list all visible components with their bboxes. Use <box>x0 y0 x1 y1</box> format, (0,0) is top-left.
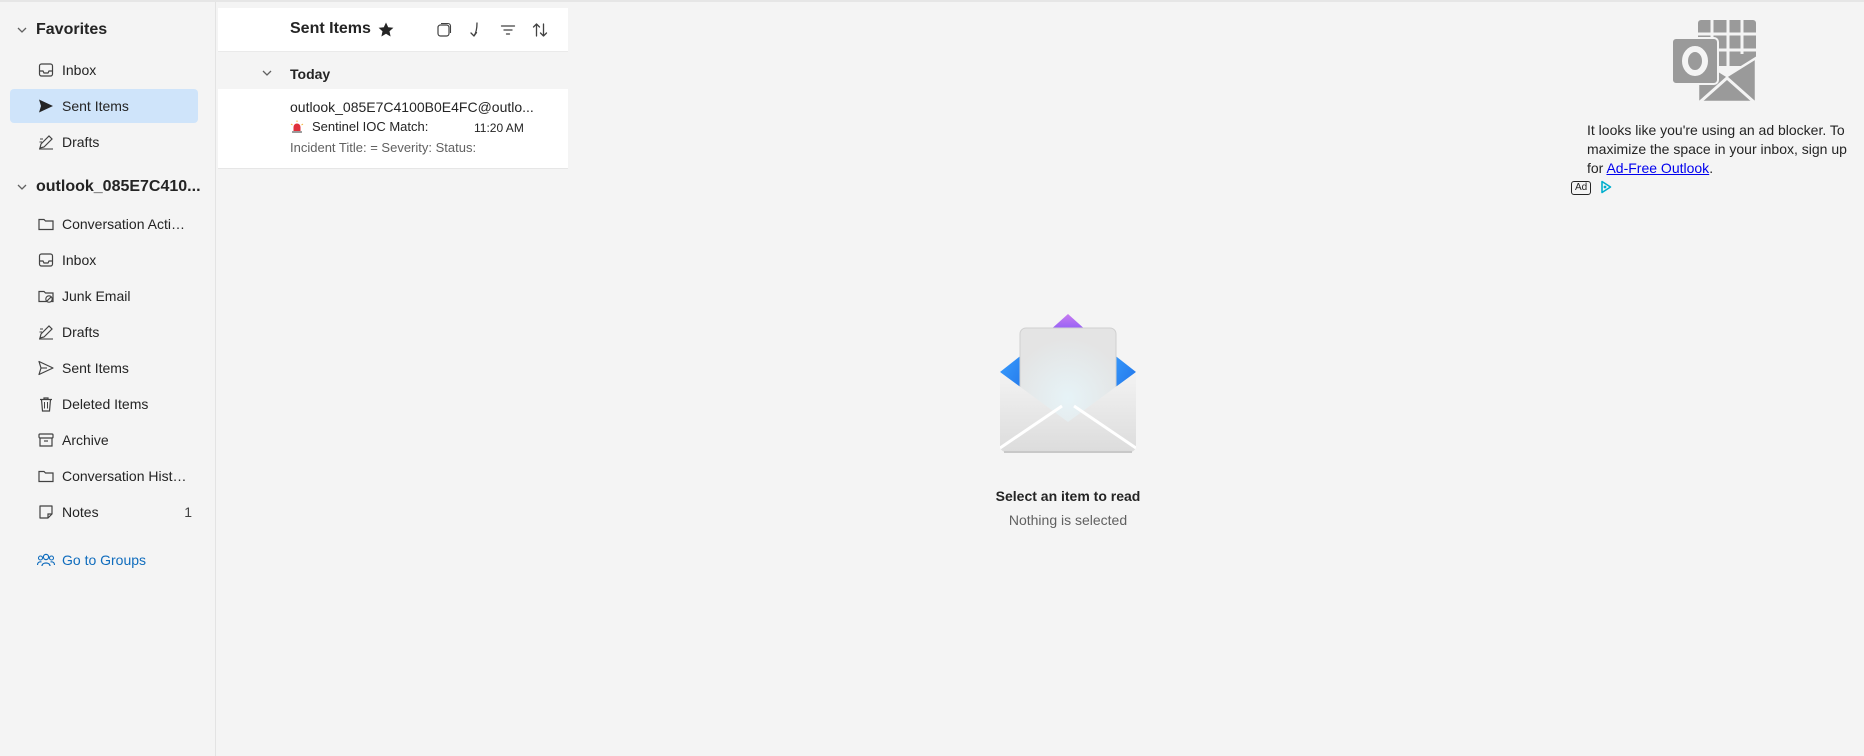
folder-label: Junk Email <box>62 288 131 304</box>
favorites-label: Favorites <box>36 21 108 38</box>
folder-label: Notes <box>62 504 99 520</box>
message-list-item[interactable]: outlook_085E7C4100B0E4FC@outlo... Sentin… <box>218 89 568 169</box>
folder-icon <box>36 466 56 486</box>
filter-icon[interactable] <box>498 20 518 40</box>
folder-pane: Favorites Inbox Sent Items Drafts outloo… <box>0 2 216 756</box>
folder-sent-items[interactable]: Sent Items <box>10 351 198 385</box>
ad-free-outlook-link[interactable]: Ad-Free Outlook <box>1606 160 1709 176</box>
trash-icon <box>36 394 56 414</box>
reading-pane-empty-state: Select an item to read Nothing is select… <box>990 300 1146 540</box>
ad-message-end: . <box>1709 160 1714 176</box>
favorites-item-label: Inbox <box>62 62 97 78</box>
favorites-item-drafts[interactable]: Drafts <box>10 125 198 159</box>
folder-inbox[interactable]: Inbox <box>10 243 198 277</box>
empty-state-title: Select an item to read <box>995 488 1141 504</box>
ad-badge: Ad <box>1571 181 1592 195</box>
outlook-logo-icon <box>1671 20 1758 104</box>
send-icon <box>36 96 56 116</box>
message-subject-row: Sentinel IOC Match: <box>290 119 428 134</box>
ad-panel: It looks like you're using an ad blocker… <box>1568 18 1848 208</box>
folder-label: Drafts <box>62 324 100 340</box>
favorites-item-label: Sent Items <box>62 98 129 114</box>
account-header[interactable]: outlook_085E7C410... <box>0 172 216 202</box>
message-subject: Sentinel IOC Match: <box>312 119 429 134</box>
go-to-groups-link[interactable]: Go to Groups <box>10 543 198 577</box>
sort-icon[interactable] <box>530 20 550 40</box>
junk-icon <box>36 286 56 306</box>
message-list-header: Sent Items <box>218 8 568 52</box>
folder-conversation-action[interactable]: Conversation Actio... <box>10 207 198 241</box>
folder-label: Archive <box>62 432 109 448</box>
people-group-icon <box>36 550 56 570</box>
message-sender: outlook_085E7C4100B0E4FC@outlo... <box>290 99 534 115</box>
folder-drafts[interactable]: Drafts <box>10 315 198 349</box>
send-icon <box>36 358 56 378</box>
folder-deleted-items[interactable]: Deleted Items <box>10 387 198 421</box>
message-list: Sent Items Today outlook_085E7C4100B0E4F… <box>218 8 568 169</box>
note-icon <box>36 502 56 522</box>
folder-label: Conversation Histo... <box>62 468 190 484</box>
message-preview: Incident Title: = Severity: Status: <box>290 140 477 155</box>
jump-to-icon[interactable] <box>466 20 486 40</box>
star-icon[interactable] <box>376 20 396 40</box>
folder-title: Sent Items <box>290 20 371 37</box>
drafts-pencil-icon <box>36 132 56 152</box>
folder-label: Sent Items <box>62 360 129 376</box>
go-to-groups-label: Go to Groups <box>62 552 147 568</box>
chevron-down-icon <box>17 184 27 190</box>
message-time: 11:20 AM <box>474 121 524 135</box>
date-group-header[interactable]: Today <box>218 52 568 94</box>
ad-blocker-message: It looks like you're using an ad blocker… <box>1587 121 1849 178</box>
favorites-item-sent-items[interactable]: Sent Items <box>10 89 198 123</box>
open-envelope-illustration <box>1000 314 1136 453</box>
folder-icon <box>36 214 56 234</box>
folder-archive[interactable]: Archive <box>10 423 198 457</box>
alarm-light-icon <box>290 120 304 133</box>
folder-label: Inbox <box>62 252 97 268</box>
top-border <box>0 0 1864 2</box>
unread-count-badge: 1 <box>184 504 192 520</box>
select-checkbox-icon[interactable] <box>434 20 454 40</box>
inbox-icon <box>36 60 56 80</box>
folder-label: Conversation Actio... <box>62 216 190 232</box>
folder-notes[interactable]: Notes 1 <box>10 495 198 529</box>
empty-state-subtitle: Nothing is selected <box>1008 512 1128 528</box>
favorites-header[interactable]: Favorites <box>0 15 216 45</box>
drafts-pencil-icon <box>36 322 56 342</box>
date-group-label: Today <box>290 66 331 82</box>
chevron-down-icon <box>17 27 27 33</box>
chevron-down-icon <box>262 70 272 76</box>
folder-label: Deleted Items <box>62 396 149 412</box>
archive-icon <box>36 430 56 450</box>
favorites-item-label: Drafts <box>62 134 100 150</box>
inbox-icon <box>36 250 56 270</box>
favorites-item-inbox[interactable]: Inbox <box>10 53 198 87</box>
folder-conversation-history[interactable]: Conversation Histo... <box>10 459 198 493</box>
account-label: outlook_085E7C410... <box>36 178 201 195</box>
adchoices-icon[interactable] <box>1600 180 1612 194</box>
folder-junk-email[interactable]: Junk Email <box>10 279 198 313</box>
